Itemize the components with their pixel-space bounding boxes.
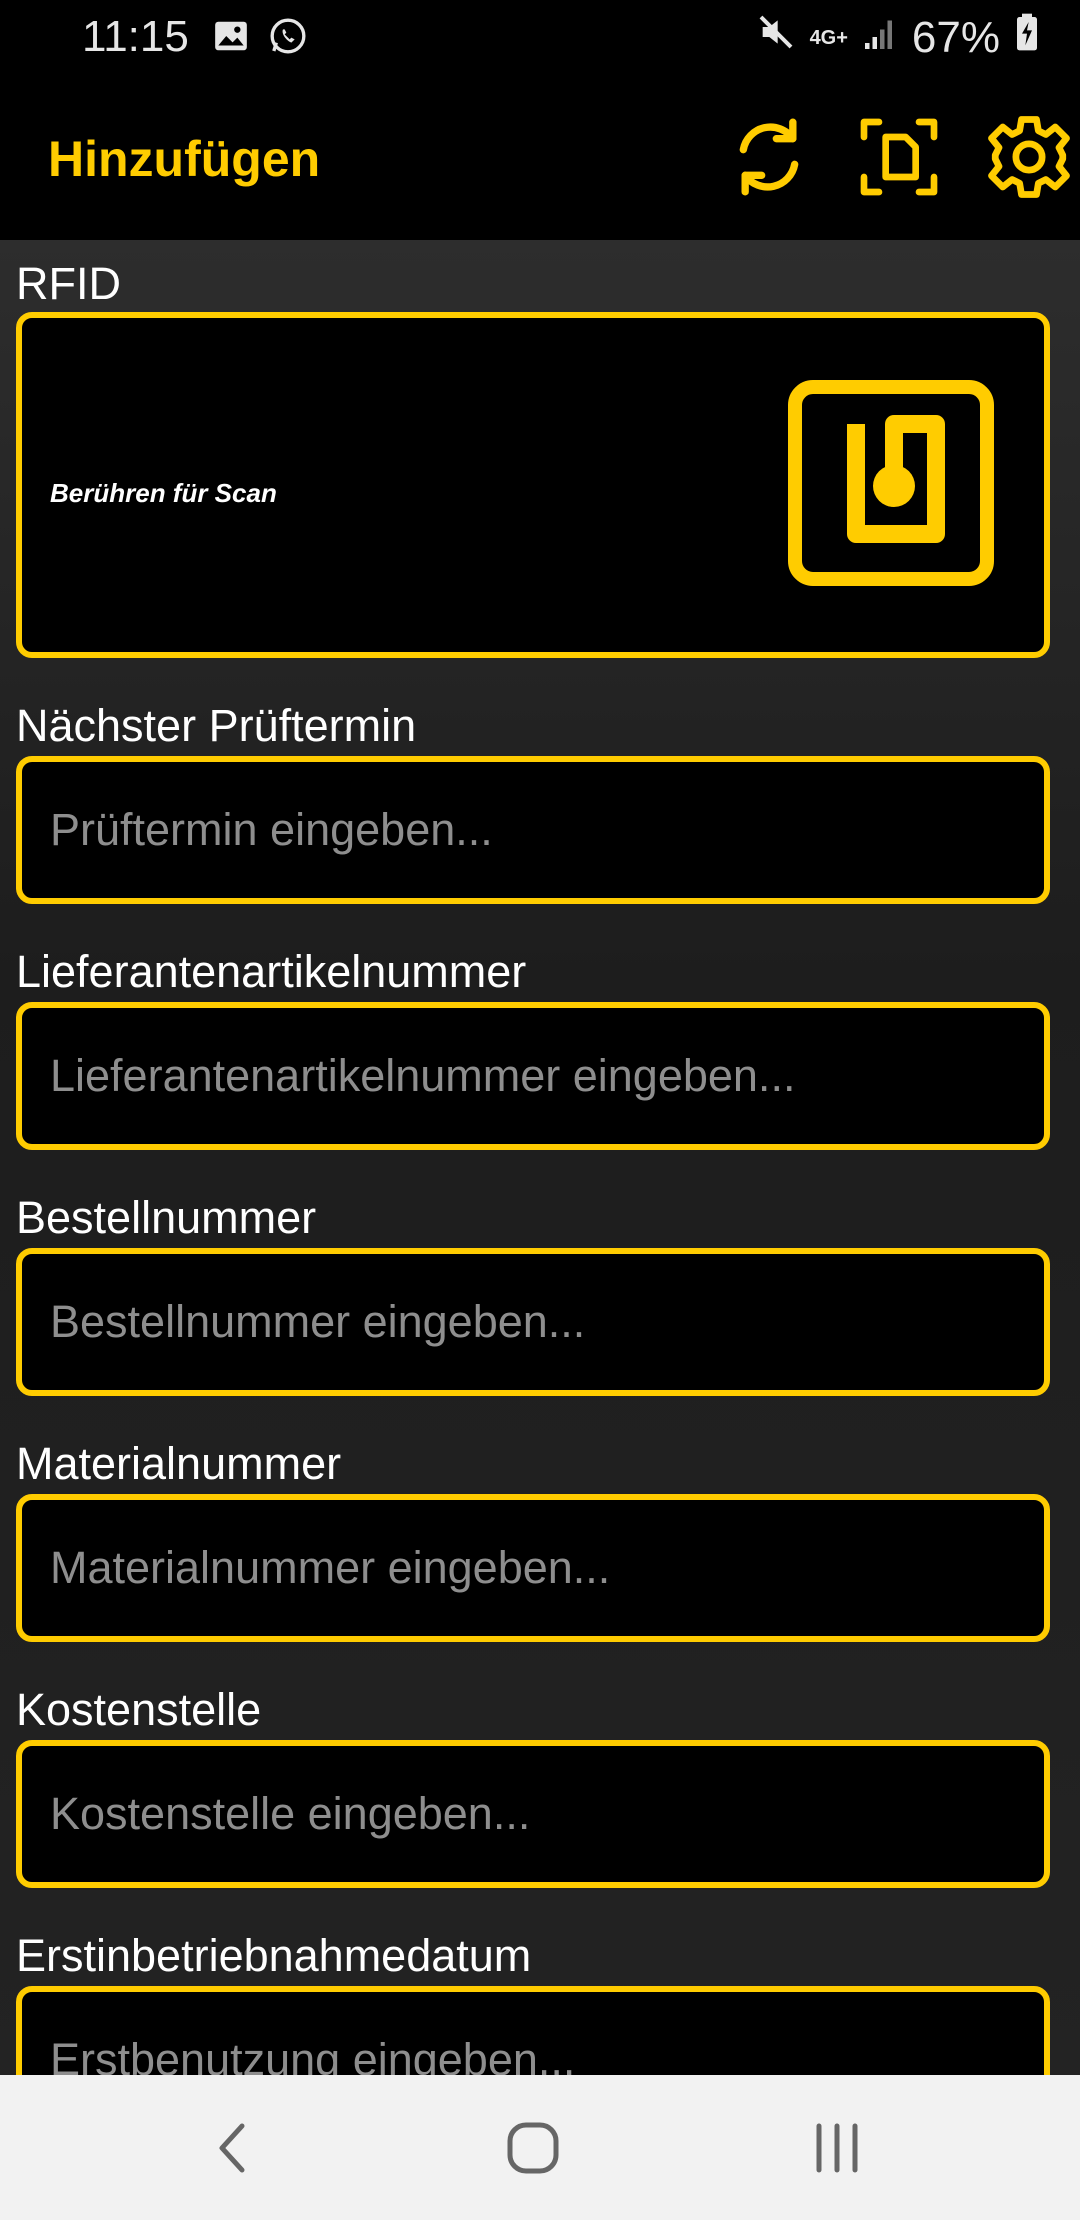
network-4g-icon: 4G+: [809, 26, 848, 49]
settings-button[interactable]: [984, 112, 1074, 202]
rfid-label: RFID: [16, 258, 121, 309]
field-box-materialnummer: [16, 1494, 1050, 1642]
battery-percent: 67%: [911, 12, 1000, 62]
document-scan-icon: [860, 118, 938, 196]
materialnummer-input[interactable]: [48, 1500, 1012, 1636]
field-label-pruftermin: Nächster Prüftermin: [16, 700, 417, 751]
battery-charging-icon: [1014, 12, 1040, 63]
lieferantenartikelnummer-input[interactable]: [48, 1008, 1012, 1144]
recent-apps-icon: [816, 2123, 858, 2173]
back-button[interactable]: [177, 2115, 287, 2181]
signal-icon: [862, 13, 898, 63]
field-label-lieferantenartikelnummer: Lieferantenartikelnummer: [16, 946, 527, 997]
rfid-scan-area[interactable]: Berühren für Scan: [16, 312, 1050, 658]
field-box-kostenstelle: [16, 1740, 1050, 1888]
field-box-bestellnummer: [16, 1248, 1050, 1396]
gallery-icon: [212, 16, 250, 67]
recent-apps-button[interactable]: [782, 2115, 892, 2181]
field-label-bestellnummer: Bestellnummer: [16, 1192, 317, 1243]
sync-icon: [739, 118, 799, 196]
mute-icon: [756, 12, 796, 63]
field-box-erstinbetriebnahmedatum: [16, 1986, 1050, 2075]
back-icon: [219, 2123, 245, 2173]
status-right-icons: 4G+ 67%: [756, 12, 1040, 63]
field-label-materialnummer: Materialnummer: [16, 1438, 342, 1489]
system-nav-bar: [0, 2075, 1080, 2220]
erstbenutzung-input[interactable]: [48, 1992, 1012, 2075]
rfid-scan-hint: Berühren für Scan: [50, 478, 277, 508]
app-bar: Hinzufügen: [0, 72, 1080, 240]
field-label-erstinbetriebnahmedatum: Erstinbetriebnahmedatum: [16, 1930, 532, 1981]
kostenstelle-input[interactable]: [48, 1746, 1012, 1882]
form-content[interactable]: RFID Berühren für Scan Nächster Prüfterm…: [0, 240, 1080, 2075]
page-title: Hinzufügen: [48, 131, 321, 187]
bestellnummer-input[interactable]: [48, 1254, 1012, 1390]
rfid-tag-icon: [788, 380, 994, 586]
document-scan-button[interactable]: [854, 112, 944, 202]
field-label-kostenstelle: Kostenstelle: [16, 1684, 262, 1735]
status-left-icons: [212, 16, 308, 67]
status-time: 11:15: [82, 12, 189, 61]
pruftermin-input[interactable]: [48, 762, 1012, 898]
home-button[interactable]: [478, 2115, 588, 2181]
settings-gear-icon: [988, 116, 1070, 198]
sync-button[interactable]: [724, 112, 814, 202]
app-bar-actions: [724, 112, 1074, 202]
field-box-lieferantenartikelnummer: [16, 1002, 1050, 1150]
home-icon: [507, 2122, 559, 2174]
whatsapp-icon: [268, 16, 308, 67]
field-box-pruftermin: [16, 756, 1050, 904]
status-bar: 11:15 4G+ 67%: [0, 0, 1080, 72]
